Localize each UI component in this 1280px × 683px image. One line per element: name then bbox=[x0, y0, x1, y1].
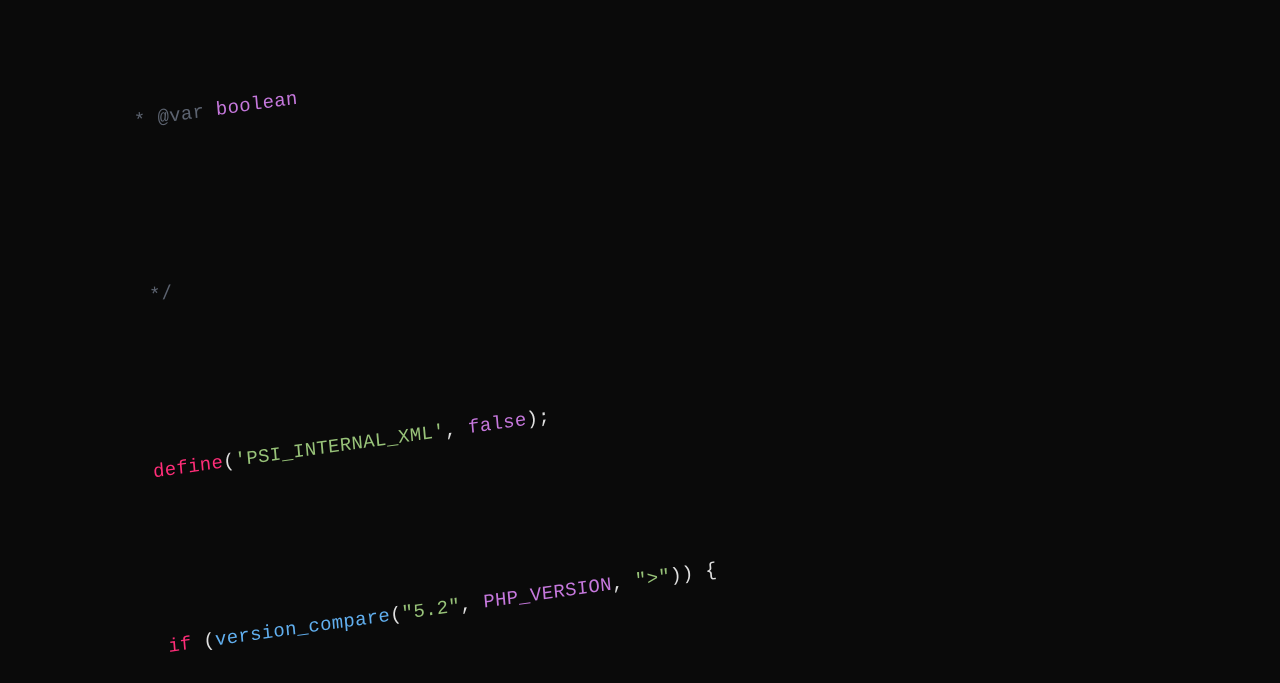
code-editor: * @var boolean */ define('PSI_INTERNAL_X… bbox=[0, 0, 1280, 683]
code-block: * @var boolean */ define('PSI_INTERNAL_X… bbox=[0, 0, 1280, 683]
comment-text: * bbox=[122, 107, 159, 134]
